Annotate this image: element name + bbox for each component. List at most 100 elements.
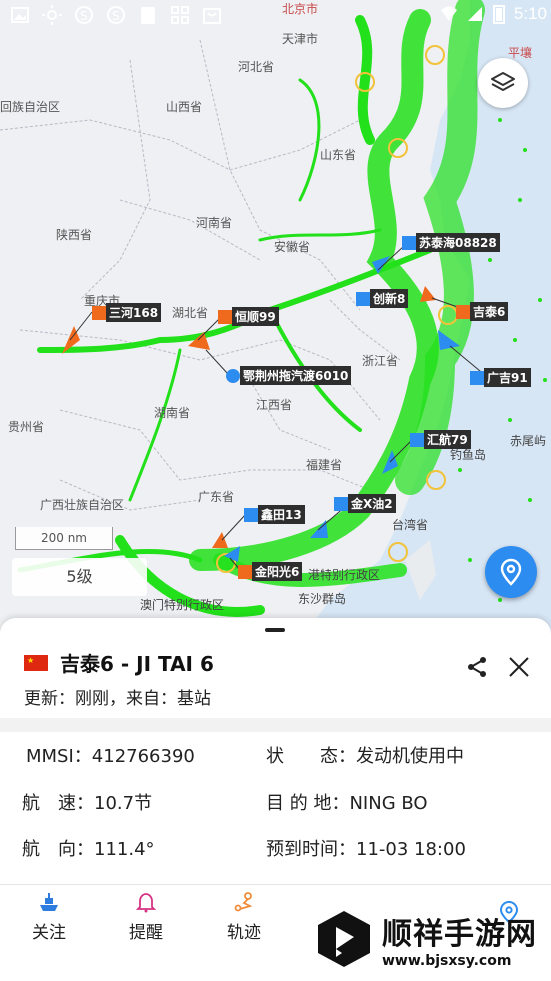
locate-button[interactable]: [485, 546, 537, 598]
status-bar: S S 5:10: [0, 0, 551, 30]
ship-marker-sanhe[interactable]: 三河168: [92, 303, 162, 322]
bell-icon: [135, 893, 157, 913]
tab-track[interactable]: 轨迹: [209, 890, 279, 943]
info-value: 111.4°: [94, 839, 155, 860]
ship-marker-chuangxin[interactable]: 创新8: [356, 289, 409, 308]
place-label: 东沙群岛: [298, 592, 347, 606]
info-label: 目 的 地：: [266, 793, 350, 814]
shop-icon: [203, 8, 221, 24]
ship-marker-jinyangguang[interactable]: 金阳光6: [238, 562, 303, 581]
map-scale: 200 nm: [15, 527, 113, 550]
share-icon[interactable]: [466, 656, 488, 678]
ship-tag: [410, 432, 424, 447]
clock-time: 5:10: [513, 4, 547, 23]
info-value: 11-03 18:00: [356, 839, 466, 860]
place-label: 湖北省: [172, 306, 209, 320]
watermark-title: 顺祥手游网: [382, 917, 537, 952]
info-label: 状 态：: [266, 746, 356, 767]
image-icon: [11, 7, 29, 23]
ship-marker-ejingzhou[interactable]: 鄂荆州拖汽渡6010: [226, 366, 352, 385]
china-flag-icon: ★: [24, 655, 48, 671]
ship-marker-hengshun[interactable]: 恒顺99: [218, 307, 279, 326]
place-label: 回族自治区: [0, 100, 61, 114]
app-s-icon: S: [107, 6, 125, 24]
ship-name: 汇航79: [424, 430, 471, 449]
ship-marker-guangji[interactable]: 广吉91: [470, 368, 531, 387]
clipboard-icon: [141, 7, 155, 24]
place-label: 台湾省: [392, 518, 429, 532]
drag-handle[interactable]: [265, 628, 285, 632]
ship-name: 三河168: [106, 303, 162, 322]
place-label: 湖南省: [154, 406, 191, 420]
place-label: 安徽省: [274, 240, 311, 254]
info-course: 航 向：111.4°: [22, 835, 155, 861]
sun-icon: [42, 5, 62, 25]
info-mmsi: MMSI：412766390: [26, 742, 195, 768]
ship-marker-sutaihai[interactable]: 苏泰海08828: [402, 233, 500, 252]
location-pin-icon: [500, 558, 522, 586]
place-label: 广东省: [198, 490, 235, 504]
place-label: 广西壮族自治区: [40, 498, 125, 512]
place-label: 陕西省: [56, 228, 93, 242]
close-icon[interactable]: [508, 656, 530, 678]
watermark-url: www.bjsxsy.com: [382, 953, 512, 969]
place-label: 山西省: [166, 100, 203, 114]
place-label: 贵州省: [8, 420, 45, 434]
info-label: 航 速：: [22, 793, 94, 814]
tab-label: 轨迹: [227, 923, 261, 943]
tab-follow[interactable]: 关注: [14, 890, 84, 943]
ship-name: 恒顺99: [232, 307, 279, 326]
divider: [0, 718, 551, 732]
ship-name: 鄂荆州拖汽渡6010: [240, 366, 352, 385]
ship-marker-huihang[interactable]: 汇航79: [410, 430, 471, 449]
place-label: 河南省: [196, 216, 233, 230]
route-icon: [234, 892, 253, 912]
ship-detail-sheet[interactable]: ★ 吉泰6 - JI TAI 6 更新：刚刚，来自：基站 MMSI：412766…: [0, 618, 551, 981]
ship-marker-jinxyou[interactable]: 金X油2: [334, 494, 396, 513]
place-label: 天津市: [282, 32, 319, 46]
ship-name: 创新8: [370, 289, 409, 308]
ship-tag: [456, 304, 470, 319]
layers-button[interactable]: [478, 58, 528, 108]
ship-marker-xintian[interactable]: 鑫田13: [244, 505, 305, 524]
info-eta: 预到时间：11-03 18:00: [266, 835, 466, 861]
layers-icon: [491, 72, 515, 91]
info-status: 状 态：发动机使用中: [266, 742, 464, 768]
ship-tag: [470, 370, 484, 385]
info-label: MMSI：: [26, 746, 92, 767]
info-label: 预到时间：: [266, 839, 356, 860]
info-value: 412766390: [91, 746, 195, 767]
ship-title: 吉泰6 - JI TAI 6: [60, 652, 214, 676]
place-label: 山东省: [320, 148, 357, 162]
ship-tag: [356, 291, 370, 306]
wifi-icon: [440, 6, 457, 21]
svg-text:S: S: [112, 9, 120, 23]
tab-reminder[interactable]: 提醒: [111, 890, 181, 943]
place-label: 福建省: [306, 458, 343, 472]
update-info: 更新：刚刚，来自：基站: [24, 689, 211, 709]
info-speed: 航 速：10.7节: [22, 789, 152, 815]
ship-map[interactable]: S S 5:10 北京市 天津市 河北省 回族自治区 山西省 山东省 河南省 陕…: [0, 0, 551, 640]
ship-marker-jitai[interactable]: 吉泰6: [456, 302, 509, 321]
ship-tag: [402, 235, 416, 250]
info-value: NING BO: [349, 793, 428, 814]
ship-name: 广吉91: [484, 368, 531, 387]
info-label: 航 向：: [22, 839, 94, 860]
grid-icon: [171, 6, 189, 24]
place-label: 平壤: [508, 46, 533, 60]
ship-tag: [92, 305, 106, 320]
info-value: 发动机使用中: [356, 746, 464, 767]
ship-tag: [226, 368, 240, 383]
ship-name: 苏泰海08828: [416, 233, 500, 252]
place-label: 赤尾屿: [510, 434, 547, 448]
info-destination: 目 的 地：NING BO: [266, 789, 428, 815]
place-label: 江西省: [256, 398, 293, 412]
signal-icon: [467, 7, 482, 21]
ship-tag: [218, 309, 232, 324]
tab-label: 提醒: [129, 923, 163, 943]
divider: [0, 884, 551, 885]
ship-tag: [334, 496, 348, 511]
place-label: 浙江省: [362, 354, 399, 368]
zoom-level: 5级: [12, 558, 147, 596]
ship-tag: [244, 507, 258, 522]
